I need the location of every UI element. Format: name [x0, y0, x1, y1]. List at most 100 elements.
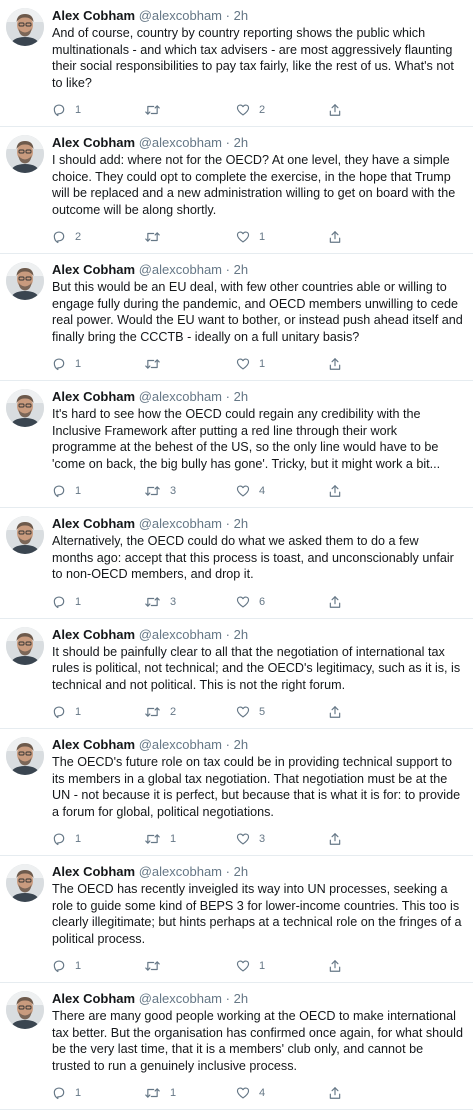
retweet-button[interactable]: 2	[144, 705, 236, 719]
tweet-text: But this would be an EU deal, with few o…	[52, 280, 463, 344]
retweet-icon	[144, 959, 161, 973]
share-button[interactable]	[328, 103, 348, 117]
author-name[interactable]: Alex Cobham	[52, 737, 135, 752]
share-button[interactable]	[328, 357, 348, 371]
timestamp[interactable]: 2h	[234, 8, 248, 23]
reply-button[interactable]: 1	[52, 103, 144, 117]
share-button[interactable]	[328, 832, 348, 846]
like-button[interactable]: 1	[236, 959, 328, 973]
like-button[interactable]: 4	[236, 1086, 328, 1100]
author-handle[interactable]: @alexcobham	[139, 627, 222, 642]
tweet-header: Alex Cobham @alexcobham · 2h	[52, 8, 463, 24]
like-icon	[236, 1086, 250, 1100]
author-handle[interactable]: @alexcobham	[139, 8, 222, 23]
reply-button[interactable]: 1	[52, 1086, 144, 1100]
reply-button[interactable]: 1	[52, 484, 144, 498]
tweet[interactable]: Alex Cobham @alexcobham · 2h There are m…	[0, 983, 473, 1110]
tweet[interactable]: Alex Cobham @alexcobham · 2h I should ad…	[0, 127, 473, 254]
tweet-actions: 1 1 4	[52, 1086, 463, 1100]
author-handle[interactable]: @alexcobham	[139, 516, 222, 531]
avatar[interactable]	[6, 991, 44, 1029]
retweet-button[interactable]: 1	[144, 832, 236, 846]
like-button[interactable]: 4	[236, 484, 328, 498]
avatar[interactable]	[6, 864, 44, 902]
retweet-button[interactable]: 3	[144, 595, 236, 609]
author-name[interactable]: Alex Cobham	[52, 389, 135, 404]
like-button[interactable]: 1	[236, 230, 328, 244]
timestamp[interactable]: 2h	[234, 864, 248, 879]
avatar[interactable]	[6, 262, 44, 300]
like-button[interactable]: 6	[236, 595, 328, 609]
tweet[interactable]: Alex Cobham @alexcobham · 2h And of cour…	[0, 0, 473, 127]
author-name[interactable]: Alex Cobham	[52, 516, 135, 531]
timestamp[interactable]: 2h	[234, 262, 248, 277]
author-handle[interactable]: @alexcobham	[139, 262, 222, 277]
author-name[interactable]: Alex Cobham	[52, 262, 135, 277]
author-name[interactable]: Alex Cobham	[52, 8, 135, 23]
share-button[interactable]	[328, 705, 348, 719]
retweet-icon	[144, 103, 161, 117]
tweet-text: There are many good people working at th…	[52, 1009, 463, 1073]
like-button[interactable]: 3	[236, 832, 328, 846]
tweet[interactable]: Alex Cobham @alexcobham · 2h It should b…	[0, 619, 473, 729]
retweet-button[interactable]	[144, 230, 236, 244]
timestamp[interactable]: 2h	[234, 516, 248, 531]
like-count: 4	[259, 485, 266, 497]
tweet[interactable]: Alex Cobham @alexcobham · 2h The OECD's …	[0, 729, 473, 856]
timestamp[interactable]: 2h	[234, 389, 248, 404]
share-button[interactable]	[328, 595, 348, 609]
reply-button[interactable]: 1	[52, 595, 144, 609]
tweet[interactable]: Alex Cobham @alexcobham · 2h But this wo…	[0, 254, 473, 381]
tweet-header: Alex Cobham @alexcobham · 2h	[52, 516, 463, 532]
author-handle[interactable]: @alexcobham	[139, 135, 222, 150]
avatar[interactable]	[6, 8, 44, 46]
share-button[interactable]	[328, 484, 348, 498]
reply-button[interactable]: 1	[52, 959, 144, 973]
like-button[interactable]: 5	[236, 705, 328, 719]
avatar[interactable]	[6, 626, 44, 665]
reply-button[interactable]: 1	[52, 832, 144, 846]
retweet-icon	[144, 484, 161, 498]
share-button[interactable]	[328, 230, 348, 244]
reply-count: 1	[75, 485, 82, 497]
author-handle[interactable]: @alexcobham	[139, 389, 222, 404]
author-handle[interactable]: @alexcobham	[139, 737, 222, 752]
retweet-button[interactable]: 3	[144, 484, 236, 498]
reply-icon	[52, 230, 66, 244]
avatar[interactable]	[6, 516, 44, 554]
like-button[interactable]: 2	[236, 103, 328, 117]
retweet-button[interactable]	[144, 959, 236, 973]
author-handle[interactable]: @alexcobham	[139, 864, 222, 879]
share-button[interactable]	[328, 1086, 348, 1100]
retweet-button[interactable]: 1	[144, 1086, 236, 1100]
tweet[interactable]: Alex Cobham @alexcobham · 2h The OECD ha…	[0, 856, 473, 983]
author-handle[interactable]: @alexcobham	[139, 991, 222, 1006]
avatar[interactable]	[6, 389, 44, 427]
separator-dot: ·	[225, 389, 230, 404]
author-name[interactable]: Alex Cobham	[52, 991, 135, 1006]
reply-button[interactable]: 1	[52, 357, 144, 371]
like-button[interactable]: 1	[236, 357, 328, 371]
author-name[interactable]: Alex Cobham	[52, 627, 135, 642]
tweet[interactable]: Alex Cobham @alexcobham · 2h Alternative…	[0, 508, 473, 619]
tweet-header: Alex Cobham @alexcobham · 2h	[52, 627, 463, 643]
retweet-button[interactable]	[144, 103, 236, 117]
share-icon	[328, 357, 342, 371]
reply-button[interactable]: 1	[52, 705, 144, 719]
like-count: 3	[259, 833, 266, 845]
avatar[interactable]	[6, 135, 44, 173]
author-name[interactable]: Alex Cobham	[52, 864, 135, 879]
timestamp[interactable]: 2h	[234, 737, 248, 752]
timestamp[interactable]: 2h	[234, 627, 248, 642]
share-button[interactable]	[328, 959, 348, 973]
like-count: 5	[259, 706, 266, 718]
like-icon	[236, 832, 250, 846]
like-icon	[236, 959, 250, 973]
retweet-button[interactable]	[144, 357, 236, 371]
author-name[interactable]: Alex Cobham	[52, 135, 135, 150]
timestamp[interactable]: 2h	[234, 991, 248, 1006]
timestamp[interactable]: 2h	[234, 135, 248, 150]
reply-button[interactable]: 2	[52, 230, 144, 244]
avatar[interactable]	[6, 737, 44, 775]
tweet[interactable]: Alex Cobham @alexcobham · 2h It's hard t…	[0, 381, 473, 508]
